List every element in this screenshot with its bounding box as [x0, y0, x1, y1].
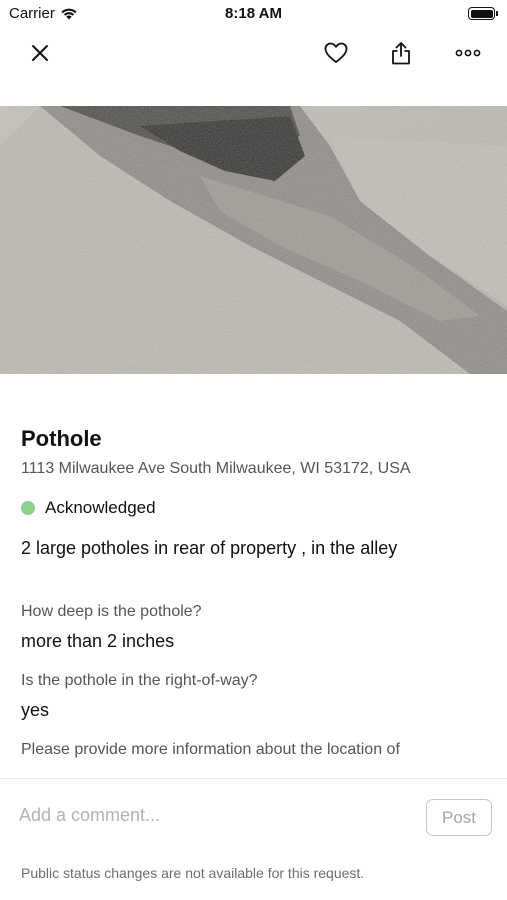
question-item: Please provide more information about th…: [21, 741, 486, 759]
status-row: Acknowledged: [21, 498, 486, 518]
status-footnote: Public status changes are not available …: [21, 865, 365, 881]
heart-icon: [324, 42, 348, 63]
answer-value: more than 2 inches: [21, 631, 175, 651]
question-item: How deep is the pothole? more than 2 inc…: [21, 603, 486, 652]
comment-input[interactable]: [19, 801, 399, 829]
comment-bar: Post Public status changes are not avail…: [0, 778, 507, 900]
close-icon: [32, 45, 48, 61]
post-button[interactable]: Post: [426, 799, 492, 836]
clock: 8:18 AM: [225, 5, 282, 22]
share-button[interactable]: [384, 36, 418, 70]
more-button[interactable]: [451, 36, 485, 70]
status-label: Acknowledged: [45, 498, 156, 517]
question-item: Is the pothole in the right-of-way? yes: [21, 672, 486, 721]
question-list: How deep is the pothole? more than 2 inc…: [21, 603, 486, 759]
request-title: Pothole: [21, 426, 102, 451]
status-dot: [21, 501, 35, 515]
nav-bar: [0, 28, 507, 78]
request-details[interactable]: Pothole 1113 Milwaukee Ave South Milwauk…: [0, 374, 507, 778]
close-button[interactable]: [23, 36, 57, 70]
request-address: 1113 Milwaukee Ave South Milwaukee, WI 5…: [21, 460, 411, 477]
share-icon: [392, 42, 410, 65]
question-label: How deep is the pothole?: [21, 603, 202, 620]
question-label: Please provide more information about th…: [21, 741, 400, 758]
answer-value: yes: [21, 700, 50, 720]
status-bar: Carrier 8:18 AM: [0, 0, 507, 28]
favorite-button[interactable]: [319, 36, 353, 70]
request-description: 2 large potholes in rear of property , i…: [21, 538, 398, 558]
request-photo[interactable]: [0, 106, 507, 374]
battery-icon: [468, 7, 498, 20]
question-label: Is the pothole in the right-of-way?: [21, 672, 258, 689]
more-icon: [455, 49, 481, 57]
